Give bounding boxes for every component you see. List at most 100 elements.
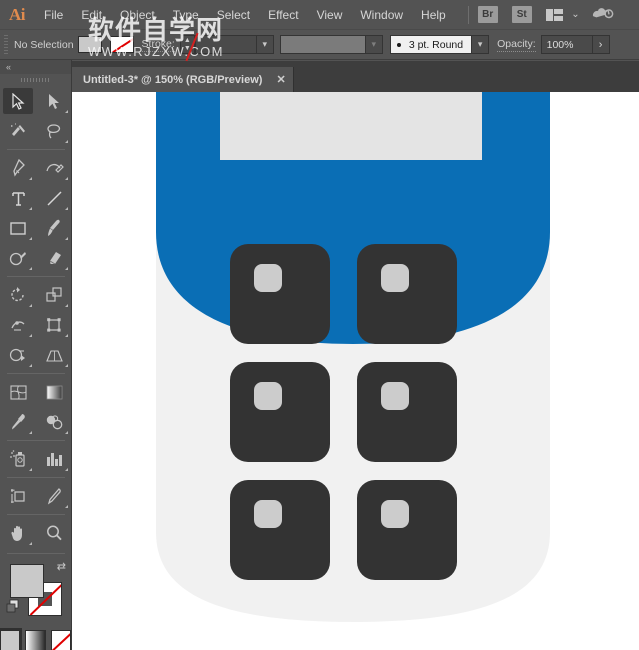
bridge-button[interactable]: Br bbox=[478, 6, 498, 23]
paintbrush-tool[interactable] bbox=[36, 213, 72, 243]
menu-item-effect[interactable]: Effect bbox=[259, 4, 307, 26]
key bbox=[357, 244, 457, 344]
lasso-tool[interactable] bbox=[36, 116, 72, 146]
key-dot bbox=[254, 500, 282, 528]
menu-bar: Ai File Edit Object Type Select Effect V… bbox=[0, 0, 639, 30]
mesh-tool[interactable] bbox=[0, 377, 36, 407]
curvature-tool[interactable] bbox=[36, 153, 72, 183]
menu-separator bbox=[468, 6, 469, 24]
tools-panel-grip[interactable] bbox=[0, 74, 71, 86]
close-icon[interactable]: ✕ bbox=[276, 73, 285, 86]
cc-cloud-icon[interactable] bbox=[590, 2, 616, 26]
document-tab-label: Untitled-3* @ 150% (RGB/Preview) bbox=[83, 74, 262, 86]
symbol-sprayer-tool[interactable] bbox=[0, 444, 36, 474]
key bbox=[230, 362, 330, 462]
key-dot bbox=[254, 382, 282, 410]
direct-selection-tool[interactable] bbox=[36, 86, 72, 116]
tools-panel-collapse-button[interactable]: « bbox=[0, 60, 71, 74]
key bbox=[357, 362, 457, 462]
control-bar-grip[interactable] bbox=[4, 35, 8, 55]
stroke-weight-stepper[interactable]: ▲▼ bbox=[180, 35, 195, 54]
menu-item-edit[interactable]: Edit bbox=[72, 4, 111, 26]
key bbox=[230, 244, 330, 344]
gradient-tool[interactable] bbox=[36, 377, 72, 407]
menu-item-help[interactable]: Help bbox=[412, 4, 455, 26]
rectangle-tool[interactable] bbox=[0, 213, 36, 243]
document-tab[interactable]: Untitled-3* @ 150% (RGB/Preview) ✕ bbox=[72, 67, 294, 92]
control-bar-overflow-button[interactable]: › bbox=[593, 35, 610, 54]
column-graph-tool[interactable] bbox=[36, 444, 72, 474]
stroke-profile-field[interactable] bbox=[280, 35, 366, 54]
menu-item-object[interactable]: Object bbox=[111, 4, 164, 26]
tool-divider bbox=[7, 373, 65, 374]
tool-divider bbox=[7, 514, 65, 515]
free-transform-tool[interactable] bbox=[36, 310, 72, 340]
magic-wand-tool[interactable] bbox=[0, 116, 36, 146]
slice-tool[interactable] bbox=[36, 481, 72, 511]
menu-item-view[interactable]: View bbox=[308, 4, 352, 26]
solid-color-button[interactable] bbox=[0, 630, 20, 650]
brush-definition-label: 3 pt. Round bbox=[409, 39, 463, 51]
document-tab-bar: Untitled-3* @ 150% (RGB/Preview) ✕ bbox=[72, 61, 639, 92]
shape-builder-tool[interactable] bbox=[0, 340, 36, 370]
rotate-tool[interactable] bbox=[0, 280, 36, 310]
key bbox=[357, 480, 457, 580]
stroke-profile-dropdown-icon[interactable]: ▾ bbox=[366, 35, 383, 54]
eyedropper-tool[interactable] bbox=[0, 407, 36, 437]
type-tool[interactable] bbox=[0, 183, 36, 213]
width-tool[interactable] bbox=[0, 310, 36, 340]
fill-stroke-swatches: ⇄ bbox=[0, 558, 72, 628]
stroke-swatch-control[interactable] bbox=[110, 36, 134, 53]
stroke-label: Stroke: bbox=[142, 38, 175, 52]
selection-tool[interactable] bbox=[0, 86, 36, 116]
line-segment-tool[interactable] bbox=[36, 183, 72, 213]
fill-color-swatch[interactable] bbox=[10, 564, 44, 598]
blend-tool[interactable] bbox=[36, 407, 72, 437]
workspace-switcher-icon[interactable] bbox=[546, 9, 564, 21]
tool-divider bbox=[7, 553, 65, 554]
collapse-icon: « bbox=[6, 62, 11, 72]
scale-tool[interactable] bbox=[36, 280, 72, 310]
swap-fill-stroke-icon[interactable]: ⇄ bbox=[57, 560, 66, 573]
color-mode-bar bbox=[0, 630, 71, 650]
document-canvas[interactable] bbox=[72, 92, 639, 650]
key-dot bbox=[254, 264, 282, 292]
none-color-button[interactable] bbox=[51, 630, 71, 650]
gradient-button[interactable] bbox=[25, 630, 45, 650]
chevron-down-icon[interactable]: ⌄ bbox=[571, 9, 579, 20]
pen-tool[interactable] bbox=[0, 153, 36, 183]
zoom-tool[interactable] bbox=[36, 518, 72, 548]
menu-item-file[interactable]: File bbox=[35, 4, 72, 26]
stroke-weight-field[interactable] bbox=[195, 35, 257, 54]
tool-list bbox=[0, 86, 72, 548]
artboard-tool[interactable] bbox=[0, 481, 36, 511]
brush-preview-icon bbox=[397, 43, 401, 47]
stroke-weight-dropdown-icon[interactable]: ▾ bbox=[257, 35, 274, 54]
brush-dropdown-icon[interactable]: ▾ bbox=[472, 35, 489, 54]
tool-divider bbox=[7, 149, 65, 150]
tool-divider bbox=[7, 440, 65, 441]
tool-divider bbox=[7, 276, 65, 277]
shaper-tool[interactable] bbox=[0, 243, 36, 273]
stock-button[interactable]: St bbox=[512, 6, 532, 23]
handset-screen bbox=[220, 92, 482, 160]
brush-definition-field[interactable]: 3 pt. Round bbox=[390, 35, 472, 54]
artwork-phone-illustration bbox=[72, 92, 639, 650]
opacity-field[interactable]: 100% bbox=[541, 35, 593, 54]
tools-panel: « bbox=[0, 60, 72, 650]
opacity-label: Opacity: bbox=[497, 38, 536, 52]
eraser-tool[interactable] bbox=[36, 243, 72, 273]
control-bar: No Selection Stroke: ▲▼ ▾ ▾ 3 pt. Round … bbox=[0, 30, 639, 60]
perspective-grid-tool[interactable] bbox=[36, 340, 72, 370]
menu-item-type[interactable]: Type bbox=[164, 4, 208, 26]
menu-item-select[interactable]: Select bbox=[208, 4, 259, 26]
key bbox=[230, 480, 330, 580]
menu-item-window[interactable]: Window bbox=[351, 4, 412, 26]
app-logo: Ai bbox=[0, 5, 35, 25]
selection-status-label: No Selection bbox=[14, 39, 74, 51]
fill-swatch-control[interactable] bbox=[78, 36, 102, 53]
hand-tool[interactable] bbox=[0, 518, 36, 548]
tool-divider bbox=[7, 477, 65, 478]
default-fill-stroke-icon[interactable] bbox=[6, 599, 21, 619]
illustrator-window: Ai File Edit Object Type Select Effect V… bbox=[0, 0, 639, 650]
